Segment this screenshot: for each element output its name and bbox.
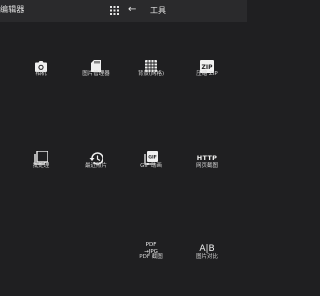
tool-zip[interactable]: ZIP 压缩 ZIP (185, 54, 229, 98)
page-title: 工具 (150, 6, 166, 15)
tool-label: 图片对比 (195, 254, 218, 260)
svg-text:GIF: GIF (148, 155, 157, 161)
tool-camera[interactable]: 相机 (19, 54, 63, 98)
tool-web-screenshot[interactable]: HTTP 网页截图 (185, 146, 229, 190)
tool-grid-background[interactable]: 背景(网格) (129, 54, 173, 98)
pdf-icon-text: PDF (145, 242, 157, 248)
tool-label: PDF 截图 (139, 254, 163, 260)
tool-pdf-screenshot[interactable]: PDF →JPG PDF 截图 (129, 237, 173, 281)
editor-title: 编辑器 (0, 5, 25, 14)
tool-image-manager[interactable]: 图片管理器 (74, 54, 118, 98)
tool-label: 网页截图 (195, 163, 218, 169)
tool-label: 背景(网格) (137, 71, 165, 77)
tool-gif[interactable]: GIF GIF 动画 (129, 146, 173, 190)
tool-label: GIF 动画 (140, 163, 162, 169)
grid-icon[interactable] (110, 6, 119, 15)
tool-image-compare[interactable]: A|B 图片对比 (185, 237, 229, 281)
tool-batch[interactable]: 批处理 (19, 146, 63, 190)
tool-recent-photos[interactable]: 最近照片 (74, 146, 118, 190)
tool-label: 压缩 ZIP (196, 71, 218, 77)
back-arrow-icon[interactable]: ← (128, 3, 136, 17)
top-bar: 编辑器 ← 工具 (0, 0, 247, 22)
